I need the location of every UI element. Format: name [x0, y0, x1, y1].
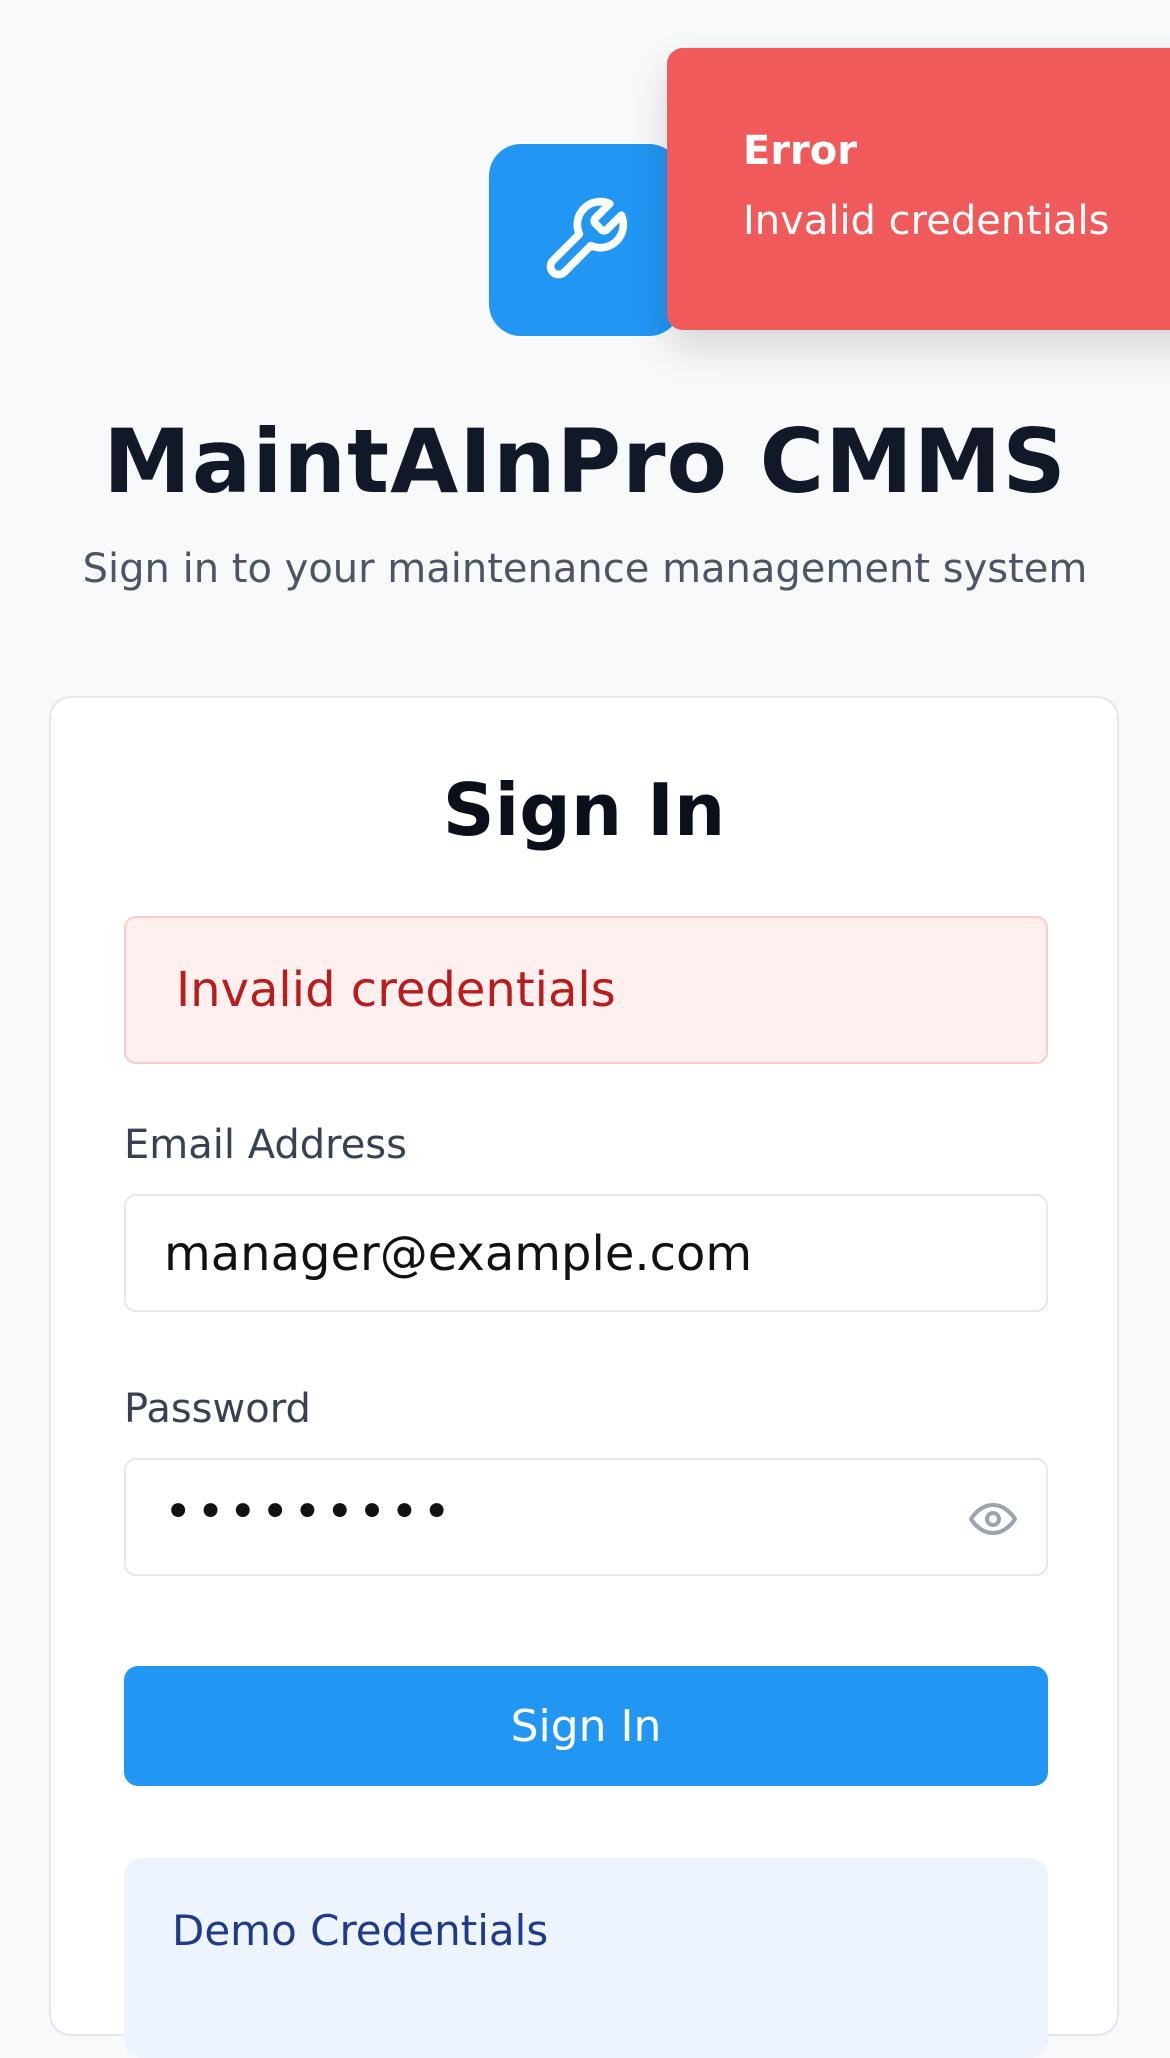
email-field[interactable]: manager@example.com	[124, 1194, 1048, 1312]
demo-credentials-panel: Demo Credentials	[124, 1858, 1048, 2058]
password-field[interactable]: •••••••••	[124, 1458, 1048, 1576]
password-value: •••••••••	[164, 1484, 455, 1540]
app-subtitle: Sign in to your maintenance management s…	[82, 546, 1088, 592]
demo-credentials-title: Demo Credentials	[172, 1906, 549, 1955]
show-password-button[interactable]	[968, 1494, 1018, 1544]
password-label: Password	[124, 1386, 311, 1432]
email-label: Email Address	[124, 1122, 407, 1168]
toast-title: Error	[743, 128, 857, 174]
error-toast[interactable]: Error Invalid credentials	[667, 48, 1170, 330]
sign-in-button[interactable]: Sign In	[124, 1666, 1048, 1786]
email-value: manager@example.com	[164, 1226, 753, 1282]
toast-message: Invalid credentials	[743, 198, 1110, 244]
wrench-icon	[546, 197, 628, 279]
app-logo	[489, 144, 681, 336]
login-title: Sign In	[442, 768, 726, 852]
app-title: MaintAInPro CMMS	[103, 410, 1067, 513]
error-alert-text: Invalid credentials	[176, 962, 616, 1018]
error-alert: Invalid credentials	[124, 916, 1048, 1064]
login-card: Sign In Invalid credentials Email Addres…	[49, 696, 1119, 2058]
eye-icon	[969, 1503, 1017, 1535]
